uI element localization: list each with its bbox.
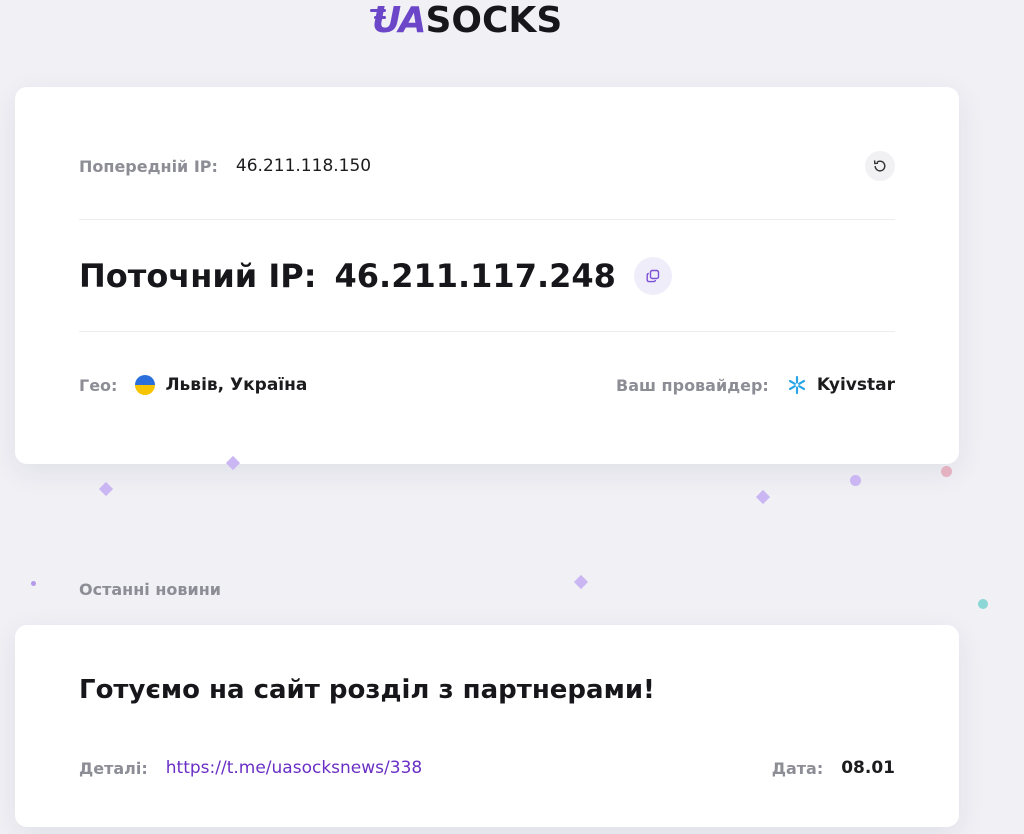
copy-button[interactable] bbox=[633, 257, 672, 295]
logo-text: SOCKS bbox=[425, 0, 563, 41]
geo-label: Гео: bbox=[79, 375, 118, 395]
divider bbox=[79, 219, 895, 220]
news-date-value: 08.01 bbox=[841, 758, 895, 778]
news-title: Готуємо на сайт розділ з партнерами! bbox=[79, 675, 655, 705]
news-card: Готуємо на сайт розділ з партнерами! Дет… bbox=[15, 625, 959, 827]
kyivstar-star-icon bbox=[787, 375, 807, 395]
copy-icon bbox=[646, 269, 660, 283]
decoration-diamond bbox=[573, 574, 589, 590]
current-ip-value: 46.211.117.248 bbox=[334, 257, 616, 295]
previous-ip-value: 46.211.118.150 bbox=[235, 156, 372, 176]
news-details-label: Деталі: bbox=[79, 758, 148, 778]
provider-value: Kyivstar bbox=[816, 375, 895, 395]
divider bbox=[79, 331, 895, 332]
geo-value: Львів, Україна bbox=[165, 375, 308, 395]
refresh-button[interactable] bbox=[865, 151, 895, 181]
logo-speed-line bbox=[374, 15, 386, 19]
logo[interactable]: UA SOCKS bbox=[370, 0, 563, 41]
news-date-group: Дата: 08.01 bbox=[772, 758, 895, 778]
current-ip-row: Поточний IP: 46.211.117.248 bbox=[79, 253, 895, 299]
news-date-label: Дата: bbox=[771, 758, 824, 778]
news-section-heading: Останні новини bbox=[79, 580, 221, 599]
decoration-dot bbox=[31, 581, 36, 586]
previous-ip-label: Попередній IP: bbox=[79, 156, 218, 176]
geo-row: Гео: Львів, Україна Ваш провайдер: Kyivs… bbox=[79, 371, 895, 399]
page: UA SOCKS Попередній IP: 46.211.118.150 П… bbox=[0, 0, 1024, 834]
refresh-icon bbox=[873, 160, 886, 172]
current-ip-label: Поточний IP: bbox=[79, 257, 317, 295]
provider-label: Ваш провайдер: bbox=[616, 375, 769, 395]
ukraine-flag-icon bbox=[135, 375, 156, 395]
previous-ip-row: Попередній IP: 46.211.118.150 bbox=[79, 151, 895, 181]
news-meta-row: Деталі: https://t.me/uasocksnews/338 Дат… bbox=[79, 755, 895, 781]
decoration-dot bbox=[850, 475, 861, 486]
logo-mark: UA bbox=[370, 0, 426, 41]
provider-group: Ваш провайдер: Kyivstar bbox=[616, 375, 895, 395]
decoration-diamond bbox=[755, 489, 771, 505]
ip-card: Попередній IP: 46.211.118.150 Поточний I… bbox=[15, 87, 959, 464]
decoration-dot bbox=[941, 466, 952, 477]
logo-mark-text: UA bbox=[372, 0, 426, 41]
news-details-link[interactable]: https://t.me/uasocksnews/338 bbox=[166, 758, 422, 778]
decoration-diamond bbox=[98, 481, 114, 497]
logo-speed-line bbox=[370, 8, 386, 12]
decoration-dot bbox=[978, 599, 988, 609]
